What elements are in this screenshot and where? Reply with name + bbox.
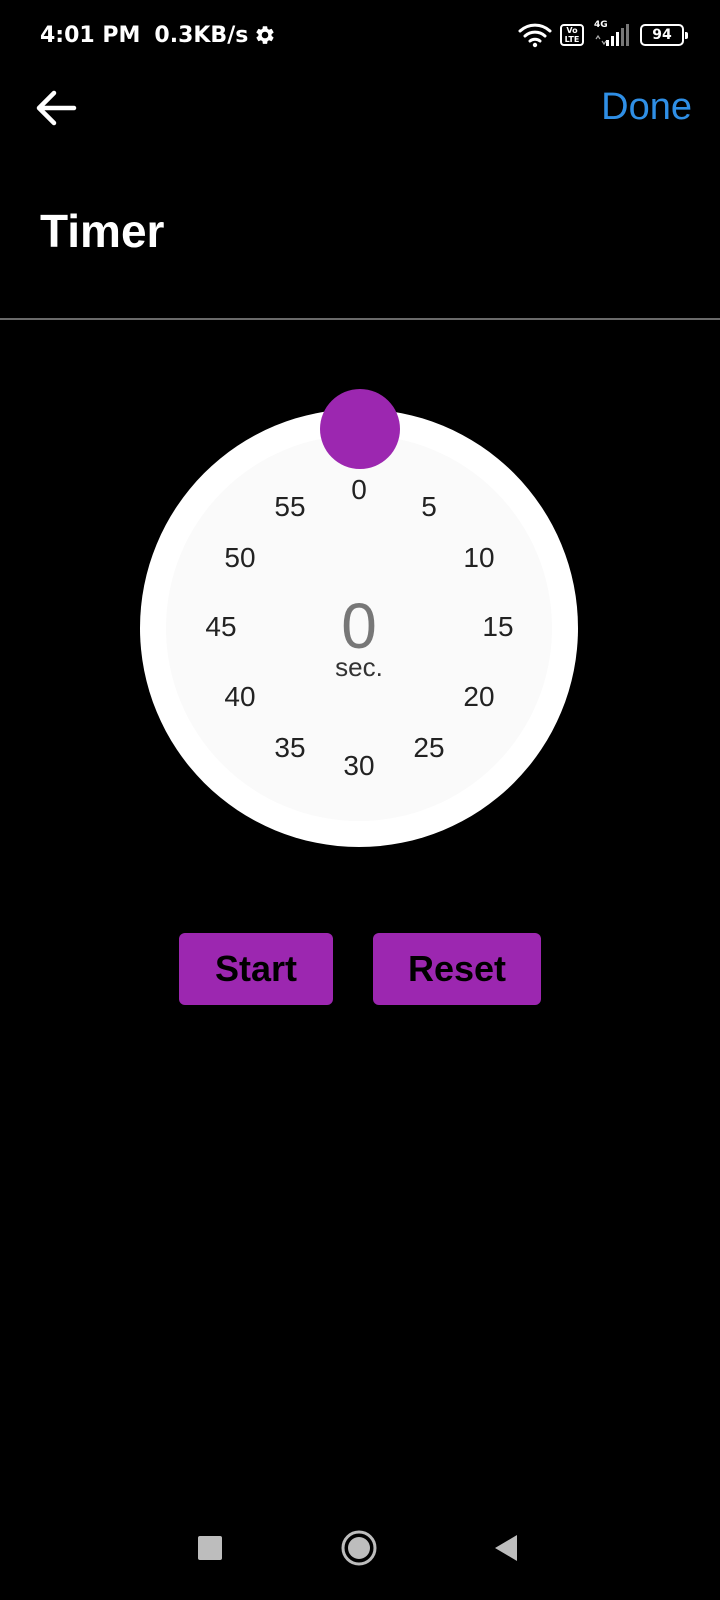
arrow-left-icon <box>34 88 78 133</box>
volte-bottom-label: LTE <box>564 35 580 44</box>
recents-square-icon <box>197 1535 223 1566</box>
reset-button[interactable]: Reset <box>373 933 541 1005</box>
header-divider <box>0 318 720 320</box>
seconds-value: 0 <box>341 590 377 662</box>
dial-number-25[interactable]: 25 <box>399 734 459 762</box>
dial-number-35[interactable]: 35 <box>260 734 320 762</box>
volte-top-label: Vo <box>566 26 578 35</box>
seconds-unit-label: sec. <box>335 652 383 682</box>
status-network-speed: 0.3KB/s <box>154 22 249 48</box>
dial-number-40[interactable]: 40 <box>210 683 270 711</box>
dial-number-5[interactable]: 5 <box>399 493 459 521</box>
dial-number-10[interactable]: 10 <box>449 544 509 572</box>
home-circle-icon <box>340 1529 378 1572</box>
home-button[interactable] <box>329 1520 389 1580</box>
status-time: 4:01 PM <box>40 22 141 48</box>
dial-number-15[interactable]: 15 <box>468 613 528 641</box>
status-bar: 4:01 PM 0.3KB/s Vo LTE 4G 94 <box>0 0 720 70</box>
done-button[interactable]: Done <box>601 86 692 129</box>
back-triangle-icon <box>493 1534 519 1567</box>
dial-number-55[interactable]: 55 <box>260 493 320 521</box>
dial-number-30[interactable]: 30 <box>329 752 389 780</box>
status-left: 4:01 PM 0.3KB/s <box>40 20 276 50</box>
back-button[interactable] <box>30 84 82 136</box>
battery-icon: 94 <box>640 24 688 46</box>
signal-icon: 4G <box>592 20 632 48</box>
system-back-button[interactable] <box>476 1520 536 1580</box>
battery-level: 94 <box>652 27 672 43</box>
dial-number-0[interactable]: 0 <box>329 476 389 504</box>
system-nav-bar <box>0 1520 720 1582</box>
page-title: Timer <box>40 205 165 257</box>
dial-number-50[interactable]: 50 <box>210 544 270 572</box>
dial-number-45[interactable]: 45 <box>191 613 251 641</box>
dial-number-20[interactable]: 20 <box>449 683 509 711</box>
dial-handle[interactable] <box>320 389 400 469</box>
wifi-icon <box>518 22 552 48</box>
start-button[interactable]: Start <box>179 933 333 1005</box>
volte-icon: Vo LTE <box>560 24 584 46</box>
recents-button[interactable] <box>180 1520 240 1580</box>
settings-gear-icon <box>254 24 276 46</box>
status-right: Vo LTE 4G 94 <box>518 20 688 50</box>
